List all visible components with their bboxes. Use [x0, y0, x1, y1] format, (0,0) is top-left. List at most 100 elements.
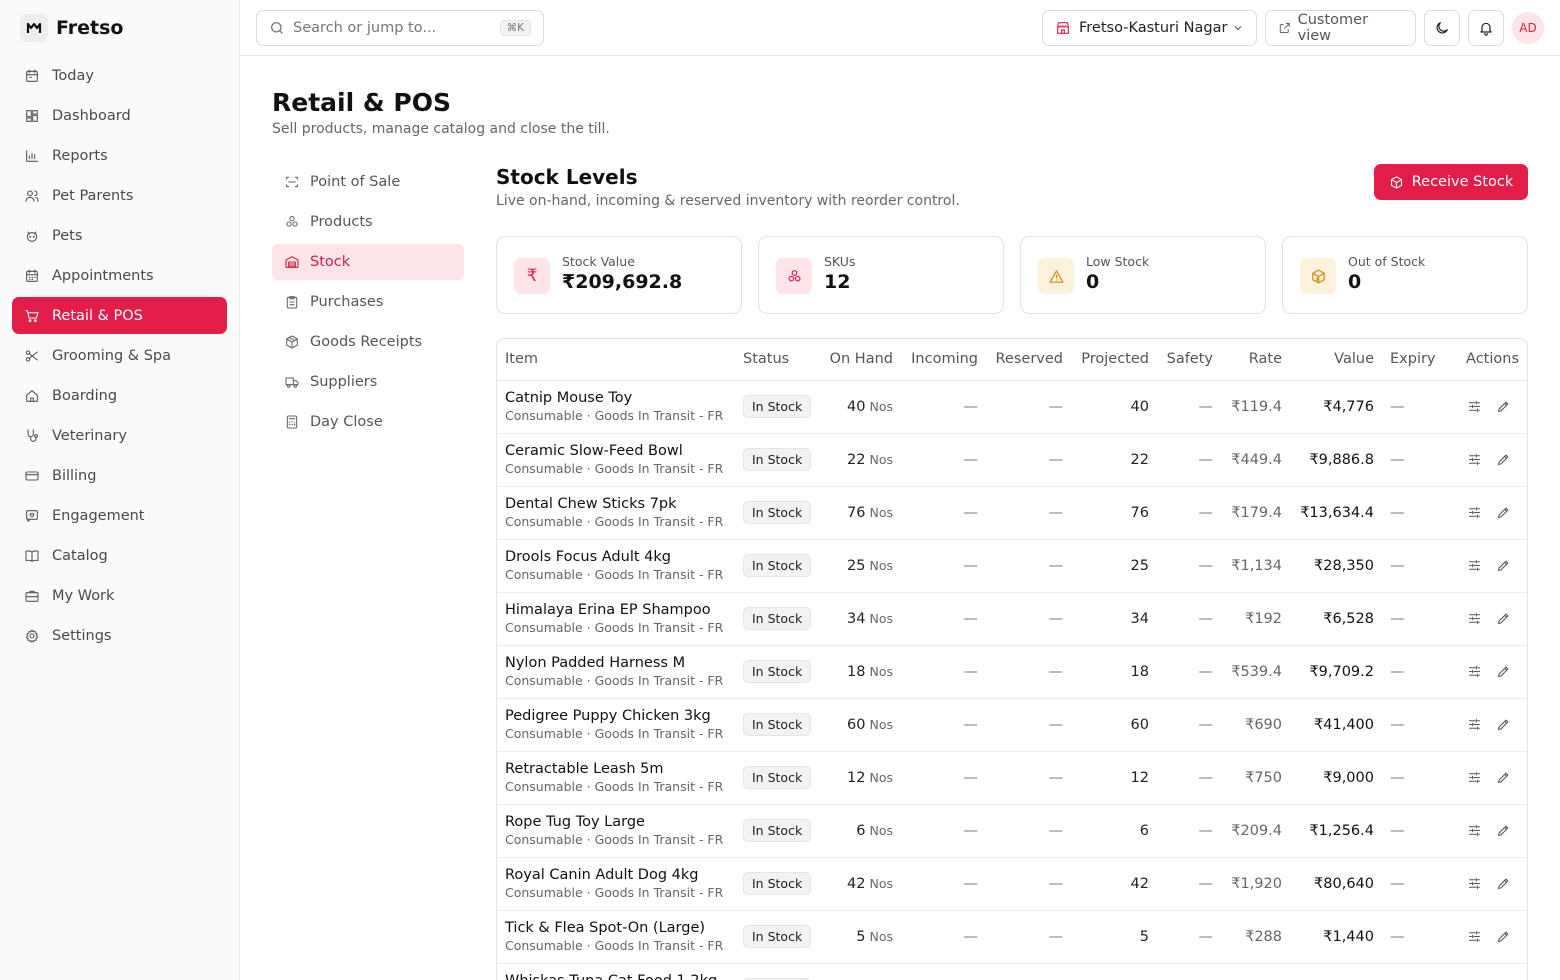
- adjust-sliders-icon[interactable]: [1467, 717, 1482, 732]
- receive-stock-button[interactable]: Receive Stock: [1374, 164, 1528, 200]
- reserved-cell: —: [986, 433, 1071, 487]
- sidebar-item-catalog[interactable]: Catalog: [12, 537, 227, 574]
- table-header-row: Item Status On Hand Incoming Reserved Pr…: [497, 339, 1527, 381]
- item-name[interactable]: Dental Chew Sticks 7pk: [505, 496, 727, 512]
- column-header[interactable]: Value: [1290, 339, 1382, 381]
- table-row[interactable]: Dental Chew Sticks 7pk Consumable · Good…: [497, 486, 1527, 540]
- search-input[interactable]: [293, 20, 493, 36]
- adjust-sliders-icon[interactable]: [1467, 558, 1482, 573]
- table-row[interactable]: Whiskas Tuna Cat Food 1.2kg Consumable ·…: [497, 963, 1527, 980]
- edit-pencil-icon[interactable]: [1496, 558, 1511, 573]
- subnav-item-purchases[interactable]: Purchases: [272, 284, 464, 320]
- adjust-sliders-icon[interactable]: [1467, 505, 1482, 520]
- edit-pencil-icon[interactable]: [1496, 929, 1511, 944]
- unit-label: Nos: [869, 663, 893, 679]
- rate-cell: [1221, 963, 1290, 980]
- package-plus-icon: [1390, 175, 1402, 189]
- table-row[interactable]: Catnip Mouse Toy Consumable · Goods In T…: [497, 380, 1527, 434]
- sidebar-item-settings[interactable]: Settings: [12, 617, 227, 654]
- item-name[interactable]: Drools Focus Adult 4kg: [505, 549, 727, 565]
- item-name[interactable]: Ceramic Slow-Feed Bowl: [505, 443, 727, 459]
- sidebar-item-reports[interactable]: Reports: [12, 137, 227, 174]
- sidebar-item-billing[interactable]: Billing: [12, 457, 227, 494]
- adjust-sliders-icon[interactable]: [1467, 823, 1482, 838]
- item-name[interactable]: Nylon Padded Harness M: [505, 655, 727, 671]
- edit-pencil-icon[interactable]: [1496, 876, 1511, 891]
- subnav-item-goods-receipts[interactable]: Goods Receipts: [272, 324, 464, 360]
- column-header[interactable]: Safety: [1157, 339, 1221, 381]
- table-row[interactable]: Ceramic Slow-Feed Bowl Consumable · Good…: [497, 433, 1527, 487]
- sidebar-item-boarding[interactable]: Boarding: [12, 377, 227, 414]
- item-name[interactable]: Himalaya Erina EP Shampoo: [505, 602, 727, 618]
- item-cell: Rope Tug Toy Large Consumable · Goods In…: [497, 804, 735, 858]
- column-header[interactable]: Reserved: [986, 339, 1071, 381]
- edit-pencil-icon[interactable]: [1496, 452, 1511, 467]
- table-row[interactable]: Himalaya Erina EP Shampoo Consumable · G…: [497, 592, 1527, 646]
- kpi-value: 0: [1348, 271, 1362, 293]
- sidebar-item-today[interactable]: Today: [12, 57, 227, 94]
- notifications-button[interactable]: [1468, 10, 1504, 46]
- table-row[interactable]: Retractable Leash 5m Consumable · Goods …: [497, 751, 1527, 805]
- column-header[interactable]: Expiry: [1382, 339, 1442, 381]
- item-name[interactable]: Whiskas Tuna Cat Food 1.2kg: [505, 973, 727, 980]
- adjust-sliders-icon[interactable]: [1467, 611, 1482, 626]
- item-name[interactable]: Rope Tug Toy Large: [505, 814, 727, 830]
- subnav-item-stock[interactable]: Stock: [272, 244, 464, 280]
- sidebar-item-label: My Work: [52, 587, 115, 604]
- table-row[interactable]: Tick & Flea Spot-On (Large) Consumable ·…: [497, 910, 1527, 964]
- edit-pencil-icon[interactable]: [1496, 505, 1511, 520]
- subnav-item-suppliers[interactable]: Suppliers: [272, 364, 464, 400]
- subnav-item-products[interactable]: Products: [272, 204, 464, 240]
- column-header[interactable]: Item: [497, 339, 735, 381]
- item-name[interactable]: Catnip Mouse Toy: [505, 390, 727, 406]
- item-name[interactable]: Pedigree Puppy Chicken 3kg: [505, 708, 727, 724]
- reserved-cell: —: [986, 539, 1071, 593]
- column-header[interactable]: Status: [735, 339, 819, 381]
- edit-pencil-icon[interactable]: [1496, 770, 1511, 785]
- column-header[interactable]: On Hand: [819, 339, 901, 381]
- theme-toggle-button[interactable]: [1424, 10, 1460, 46]
- edit-pencil-icon[interactable]: [1496, 611, 1511, 626]
- avatar[interactable]: AD: [1512, 12, 1544, 44]
- adjust-sliders-icon[interactable]: [1467, 664, 1482, 679]
- item-name[interactable]: Royal Canin Adult Dog 4kg: [505, 867, 727, 883]
- subnav-item-point-of-sale[interactable]: Point of Sale: [272, 164, 464, 200]
- item-name[interactable]: Retractable Leash 5m: [505, 761, 727, 777]
- sidebar-item-pet-parents[interactable]: Pet Parents: [12, 177, 227, 214]
- sidebar-item-engagement[interactable]: Engagement: [12, 497, 227, 534]
- table-row[interactable]: Nylon Padded Harness M Consumable · Good…: [497, 645, 1527, 699]
- expiry-cell: —: [1382, 486, 1442, 540]
- on-hand-cell: 5 Nos: [819, 910, 901, 964]
- sidebar-item-pets[interactable]: Pets: [12, 217, 227, 254]
- adjust-sliders-icon[interactable]: [1467, 399, 1482, 414]
- table-row[interactable]: Royal Canin Adult Dog 4kg Consumable · G…: [497, 857, 1527, 911]
- sidebar-item-dashboard[interactable]: Dashboard: [12, 97, 227, 134]
- table-row[interactable]: Pedigree Puppy Chicken 3kg Consumable · …: [497, 698, 1527, 752]
- sidebar-item-veterinary[interactable]: Veterinary: [12, 417, 227, 454]
- column-header[interactable]: Rate: [1221, 339, 1290, 381]
- branch-selector[interactable]: Fretso-Kasturi Nagar: [1042, 10, 1257, 46]
- adjust-sliders-icon[interactable]: [1467, 929, 1482, 944]
- column-header[interactable]: Incoming: [901, 339, 986, 381]
- incoming-cell: —: [901, 804, 986, 858]
- item-name[interactable]: Tick & Flea Spot-On (Large): [505, 920, 727, 936]
- brand[interactable]: Fretso: [20, 14, 123, 42]
- edit-pencil-icon[interactable]: [1496, 664, 1511, 679]
- edit-pencil-icon[interactable]: [1496, 823, 1511, 838]
- customer-view-button[interactable]: Customer view: [1265, 10, 1416, 46]
- subnav-item-day-close[interactable]: Day Close: [272, 404, 464, 440]
- subnav-item-label: Stock: [310, 254, 351, 270]
- table-row[interactable]: Rope Tug Toy Large Consumable · Goods In…: [497, 804, 1527, 858]
- adjust-sliders-icon[interactable]: [1467, 452, 1482, 467]
- sidebar-item-my-work[interactable]: My Work: [12, 577, 227, 614]
- edit-pencil-icon[interactable]: [1496, 399, 1511, 414]
- edit-pencil-icon[interactable]: [1496, 717, 1511, 732]
- adjust-sliders-icon[interactable]: [1467, 770, 1482, 785]
- column-header[interactable]: Projected: [1071, 339, 1157, 381]
- adjust-sliders-icon[interactable]: [1467, 876, 1482, 891]
- search-box[interactable]: ⌘K: [256, 10, 544, 46]
- table-row[interactable]: Drools Focus Adult 4kg Consumable · Good…: [497, 539, 1527, 593]
- sidebar-item-retail-pos[interactable]: Retail & POS: [12, 297, 227, 334]
- sidebar-item-grooming-spa[interactable]: Grooming & Spa: [12, 337, 227, 374]
- sidebar-item-appointments[interactable]: Appointments: [12, 257, 227, 294]
